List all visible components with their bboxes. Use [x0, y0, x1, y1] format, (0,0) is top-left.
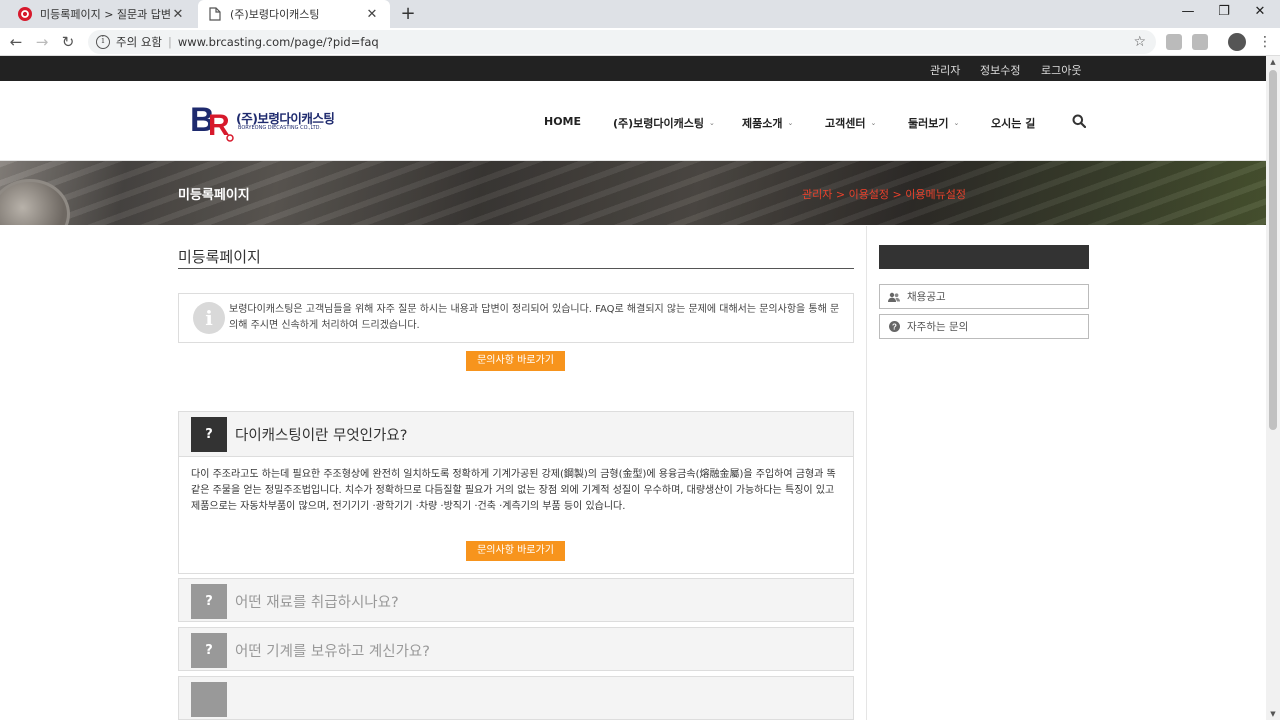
edit-profile-link[interactable]: 정보수정 — [980, 62, 1020, 78]
address-separator: | — [167, 35, 172, 49]
extension-icon[interactable] — [1192, 34, 1208, 50]
question-mark-icon: ? — [191, 584, 227, 619]
go-to-inquiry-button[interactable]: 문의사항 바로가기 — [466, 541, 565, 561]
nav-customer-center[interactable]: 고객센터 ⌄ — [825, 115, 876, 131]
banner-title: 미등록페이지 — [178, 188, 250, 203]
faq-question[interactable]: 다이캐스팅이란 무엇인가요? — [235, 424, 407, 445]
extension-icon[interactable] — [1166, 34, 1182, 50]
sidebar-divider — [866, 226, 867, 720]
faq-item[interactable]: ? 어떤 재료를 취급하시나요? — [178, 578, 854, 622]
page-title: 미등록페이지 — [178, 248, 261, 266]
tab-title: 미등록페이지 > 질문과 답변 | C — [40, 8, 170, 21]
browser-menu-icon[interactable]: ⋮ — [1258, 32, 1272, 52]
chevron-down-icon: ⌄ — [787, 119, 794, 127]
sidebar-item-label: 자주하는 문의 — [907, 321, 969, 333]
page-scrollbar[interactable]: ▲ ▼ — [1266, 56, 1280, 720]
browser-tab-bar: 미등록페이지 > 질문과 답변 | C ✕ (주)보령다이캐스팅 ✕ + — ❐… — [0, 0, 1280, 28]
security-label: 주의 요함 — [116, 35, 162, 49]
nav-tour[interactable]: 둘러보기 ⌄ — [908, 115, 959, 131]
search-icon[interactable] — [1072, 114, 1086, 128]
bookmark-star-icon[interactable]: ☆ — [1133, 34, 1146, 50]
chevron-down-icon: ⌄ — [870, 119, 877, 127]
logout-link[interactable]: 로그아웃 — [1041, 62, 1081, 78]
question-mark-icon — [191, 682, 227, 717]
nav-label: (주)보령다이캐스팅 — [613, 117, 705, 130]
nav-label: 오시는 길 — [991, 117, 1036, 130]
faq-answer-text: 다이 주조라고도 하는데 필요한 주조형상에 완전히 일치하도록 정확하게 기계… — [191, 469, 836, 512]
breadcrumb[interactable]: 관리자 > 이용설정 > 이용메뉴설정 — [802, 186, 966, 202]
url-text[interactable]: www.brcasting.com/page/?pid=faq — [178, 35, 379, 49]
title-divider — [178, 268, 854, 269]
address-bar[interactable]: i 주의 요함 | www.brcasting.com/page/?pid=fa… — [88, 30, 1156, 54]
nav-directions[interactable]: 오시는 길 — [991, 115, 1035, 131]
site-logo[interactable]: B R (주)보령다이캐스팅 BORYEONG DIECASTING CO.,L… — [190, 101, 335, 145]
sidebar-item-faq[interactable]: ? 자주하는 문의 — [879, 314, 1089, 339]
window-close-button[interactable]: ✕ — [1240, 0, 1280, 26]
page-banner: 미등록페이지 관리자 > 이용설정 > 이용메뉴설정 — [0, 161, 1266, 225]
reload-icon[interactable]: ↻ — [58, 32, 78, 52]
nav-label: 고객센터 — [825, 117, 866, 130]
chevron-down-icon: ⌄ — [709, 119, 715, 127]
tab-title: (주)보령다이캐스팅 — [230, 8, 320, 21]
site-header: B R (주)보령다이캐스팅 BORYEONG DIECASTING CO.,L… — [0, 81, 1266, 161]
chevron-down-icon: ⌄ — [953, 119, 960, 127]
top-utility-bar: 관리자 정보수정 로그아웃 — [0, 56, 1266, 81]
scrollbar-thumb[interactable] — [1269, 70, 1277, 430]
page-favicon-icon — [208, 7, 222, 21]
browser-tab-inactive[interactable]: 미등록페이지 > 질문과 답변 | C ✕ — [8, 0, 196, 28]
faq-item[interactable]: ? 다이캐스팅이란 무엇인가요? 다이 주조라고도 하는데 필요한 주조형상에 … — [178, 411, 854, 574]
svg-text:?: ? — [892, 323, 897, 332]
nav-products[interactable]: 제품소개 ⌄ — [742, 115, 793, 131]
info-icon[interactable]: i — [96, 35, 110, 49]
nav-label: 제품소개 — [742, 117, 783, 130]
logo-mark-icon: B R — [190, 101, 234, 142]
new-tab-button[interactable]: + — [398, 4, 418, 24]
faq-notice-box: i 보령다이캐스팅은 고객님들을 위해 자주 질문 하시는 내용과 답변이 정리… — [178, 293, 854, 343]
nav-label: 둘러보기 — [908, 117, 949, 130]
faq-item[interactable]: ? 어떤 기계를 보유하고 계신가요? — [178, 627, 854, 671]
admin-link[interactable]: 관리자 — [930, 62, 960, 78]
nav-label: HOME — [544, 115, 582, 128]
faq-answer: 다이 주조라고도 하는데 필요한 주조형상에 완전히 일치하도록 정확하게 기계… — [179, 456, 853, 573]
scroll-down-arrow-icon[interactable]: ▼ — [1266, 710, 1280, 718]
back-arrow-icon[interactable]: ← — [6, 32, 26, 52]
question-mark-icon: ? — [191, 417, 227, 452]
minimize-button[interactable]: — — [1168, 0, 1208, 26]
forward-arrow-icon[interactable]: → — [32, 32, 52, 52]
faq-question[interactable]: 어떤 기계를 보유하고 계신가요? — [235, 640, 430, 661]
tab-close-icon[interactable]: ✕ — [364, 7, 380, 22]
tab-close-icon[interactable]: ✕ — [170, 7, 186, 22]
faq-item[interactable] — [178, 676, 854, 720]
faq-question[interactable]: 어떤 재료를 취급하시나요? — [235, 591, 399, 612]
restore-button[interactable]: ❐ — [1204, 0, 1244, 26]
browser-toolbar: ← → ↻ i 주의 요함 | www.brcasting.com/page/?… — [0, 28, 1280, 56]
info-icon: i — [193, 302, 225, 334]
nav-home[interactable]: HOME — [544, 115, 581, 128]
browser-tab-active[interactable]: (주)보령다이캐스팅 ✕ — [198, 0, 390, 28]
question-mark-icon: ? — [191, 633, 227, 668]
sidebar-item-label: 채용공고 — [907, 291, 946, 303]
profile-avatar-icon[interactable] — [1228, 33, 1246, 51]
site-favicon-icon — [18, 7, 32, 21]
scroll-up-arrow-icon[interactable]: ▲ — [1266, 58, 1280, 66]
sidebar-header — [879, 245, 1089, 269]
nav-company[interactable]: (주)보령다이캐스팅 ⌄ — [613, 115, 715, 131]
notice-text: 보령다이캐스팅은 고객님들을 위해 자주 질문 하시는 내용과 답변이 정리되어… — [229, 304, 840, 331]
page-viewport: 관리자 정보수정 로그아웃 B R (주)보령다이캐스팅 BORYEONG DI… — [0, 56, 1266, 720]
question-circle-icon: ? — [888, 321, 900, 333]
go-to-inquiry-button[interactable]: 문의사항 바로가기 — [466, 351, 565, 371]
users-icon — [888, 291, 900, 303]
logo-english-name: BORYEONG DIECASTING CO.,LTD. — [238, 125, 322, 131]
sidebar-item-recruitment[interactable]: 채용공고 — [879, 284, 1089, 309]
